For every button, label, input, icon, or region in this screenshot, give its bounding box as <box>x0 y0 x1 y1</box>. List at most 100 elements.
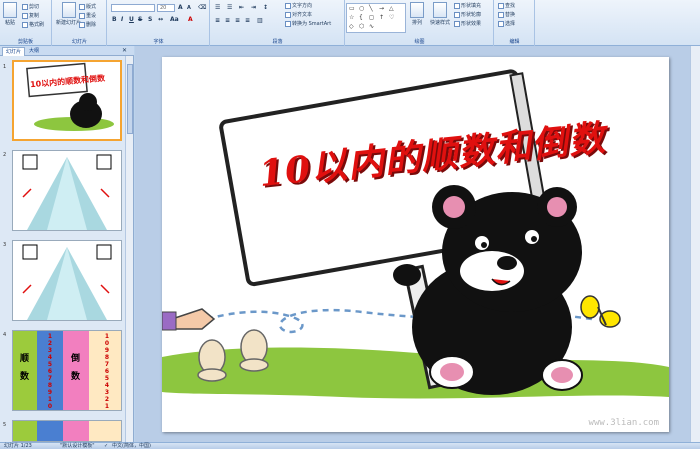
new-slide-icon <box>61 2 76 18</box>
align-center-icon[interactable]: ≡ <box>225 17 230 24</box>
arrow-icon: → <box>379 5 385 12</box>
slide-thumb-2[interactable] <box>12 150 122 231</box>
slide-thumb-4[interactable]: 顺 数 倒 数 1 2 3 4 5 6 7 8 9 10 10 9 8 7 6 … <box>12 330 122 411</box>
smartart-icon <box>285 20 291 27</box>
align-text-icon <box>285 11 291 18</box>
numbering-icon[interactable]: ☰ <box>227 4 232 11</box>
editing-group: 查找 替换 选择 编辑 <box>495 0 535 46</box>
arrow-up-icon: ↑ <box>379 14 385 21</box>
font-size-field[interactable]: 20 <box>157 4 175 12</box>
slide-count: 幻灯片 1/23 <box>4 443 32 449</box>
spacing-icon[interactable]: ↔ <box>158 16 163 23</box>
font-label: 字体 <box>153 39 164 45</box>
align-text-button[interactable]: 对齐文本 <box>285 11 312 18</box>
clipboard-group: 粘贴 剪切 复制 格式刷 剪贴板 <box>0 0 52 46</box>
slide-thumb-3[interactable] <box>12 240 122 321</box>
layout-button[interactable]: 版式 <box>79 3 96 10</box>
new-slide-button[interactable]: 新建幻灯片 <box>56 2 81 26</box>
columns-icon[interactable]: ▥ <box>257 17 263 24</box>
col-char-4: 数 <box>71 372 81 382</box>
slide-thumb-5[interactable] <box>12 420 122 442</box>
close-pane-icon[interactable]: ✕ <box>122 47 127 54</box>
justify-icon[interactable]: ≡ <box>245 17 250 24</box>
shape-effects-button[interactable]: 形状效果 <box>454 20 481 27</box>
thumbnail-scrollbar[interactable] <box>125 56 133 442</box>
scrollbar-thumb[interactable] <box>127 64 133 134</box>
layout-icon <box>79 3 85 10</box>
copy-button[interactable]: 复制 <box>22 12 39 19</box>
thumb-number: 5 <box>3 422 7 428</box>
pink-column <box>63 421 89 441</box>
bullets-icon[interactable]: ☰ <box>215 4 220 11</box>
text-direction-icon <box>285 2 291 9</box>
paste-button[interactable]: 粘贴 <box>3 2 17 26</box>
slides-group: 新建幻灯片 版式 重设 删除 幻灯片 <box>53 0 107 46</box>
star-icon: ☆ <box>349 14 355 21</box>
slide-thumb-1[interactable]: 10以内的顺数和倒数 <box>12 60 122 141</box>
theme-name: "默认设计模板" <box>60 443 95 449</box>
underline-icon[interactable]: U <box>129 16 134 23</box>
delete-button[interactable]: 删除 <box>79 21 96 28</box>
cut-button[interactable]: 剪切 <box>22 3 39 10</box>
hexagon-icon: ⬡ <box>359 23 365 30</box>
copy-icon <box>22 12 28 19</box>
font-color-icon[interactable]: A <box>188 16 193 23</box>
italic-icon[interactable]: I <box>121 16 123 23</box>
find-button[interactable]: 查找 <box>498 2 515 9</box>
text-direction-button[interactable]: 文字方向 <box>285 2 312 9</box>
paragraph-label: 段落 <box>272 39 283 45</box>
arrange-button[interactable]: 排列 <box>410 2 424 26</box>
replace-button[interactable]: 替换 <box>498 11 515 18</box>
format-painter-button[interactable]: 格式刷 <box>22 21 44 28</box>
callout-icon: ◻ <box>369 14 374 21</box>
smartart-button[interactable]: 转换为 SmartArt <box>285 20 331 27</box>
reset-button[interactable]: 重设 <box>79 12 96 19</box>
status-bar: 幻灯片 1/23 "默认设计模板" ✓ 中文(简体，中国) <box>0 442 700 449</box>
blue-column <box>37 421 63 441</box>
shadow-icon[interactable]: S <box>148 16 152 23</box>
rectangle-icon: ▭ <box>349 5 355 12</box>
font-name-field[interactable] <box>111 4 155 12</box>
outline-icon <box>454 11 460 18</box>
stairs-graphic <box>22 154 112 230</box>
replace-icon <box>498 11 504 18</box>
select-icon <box>498 20 504 27</box>
shrink-font-icon[interactable]: A <box>187 5 191 11</box>
grow-font-icon[interactable]: A <box>178 4 183 11</box>
case-icon[interactable]: Aa <box>170 16 179 23</box>
check-icon[interactable]: ✓ <box>104 443 108 449</box>
col-char-3: 倒 <box>71 354 81 364</box>
quick-styles-icon <box>433 2 447 18</box>
descending-numbers: 10 9 8 7 6 5 4 3 2 1 <box>104 333 110 410</box>
increase-indent-icon[interactable]: ⇥ <box>251 4 256 11</box>
decrease-indent-icon[interactable]: ⇤ <box>239 4 244 11</box>
drawing-label: 绘图 <box>414 39 425 45</box>
clipboard-label: 剪贴板 <box>17 39 33 45</box>
thumb-number: 1 <box>3 64 7 70</box>
editor-scrollbar[interactable] <box>690 46 700 442</box>
shapes-gallery[interactable]: ▭ ○ ╲ → △ ☆ { ◻ ↑ ♡ ◇ ⬡ ∿ <box>346 3 406 33</box>
slides-label: 幻灯片 <box>71 39 87 45</box>
slide-canvas[interactable]: 10以内的顺数和倒数 www.3lian.com <box>162 57 669 432</box>
select-button[interactable]: 选择 <box>498 20 515 27</box>
paragraph-group: ☰ ☰ ⇤ ⇥ ↕ ≡ ≡ ≡ ≡ ▥ 文字方向 对齐文本 转换为 SmartA… <box>211 0 345 46</box>
brace-icon: { <box>359 14 363 21</box>
shape-fill-button[interactable]: 形状填充 <box>454 2 481 9</box>
tab-outline[interactable]: 大纲 <box>26 47 42 56</box>
font-group: 20 A A ⌫ B I U S S ↔ Aa A 字体 <box>108 0 210 46</box>
line-spacing-icon[interactable]: ↕ <box>263 4 268 11</box>
strikethrough-icon[interactable]: S <box>138 16 142 23</box>
delete-icon <box>79 21 85 28</box>
col-char-1: 顺 <box>20 354 30 364</box>
reset-icon <box>79 12 85 19</box>
tab-slides[interactable]: 幻灯片 <box>2 47 26 56</box>
clear-format-icon[interactable]: ⌫ <box>198 4 206 11</box>
shape-outline-button[interactable]: 形状轮廓 <box>454 11 481 18</box>
line-icon: ╲ <box>369 5 373 12</box>
bold-icon[interactable]: B <box>112 16 117 23</box>
align-right-icon[interactable]: ≡ <box>235 17 240 24</box>
green-column <box>13 421 37 441</box>
quick-styles-button[interactable]: 快速样式 <box>430 2 450 26</box>
sleeve-graphic <box>162 311 177 331</box>
align-left-icon[interactable]: ≡ <box>215 17 220 24</box>
